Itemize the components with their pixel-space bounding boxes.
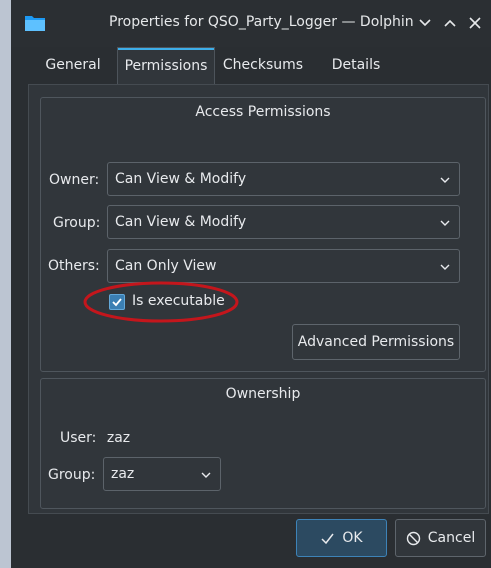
- close-icon[interactable]: [467, 15, 483, 31]
- chevron-down-icon: [439, 174, 451, 186]
- ownership-group: Ownership User: zaz Group: zaz: [40, 378, 486, 509]
- user-value: zaz: [106, 430, 131, 446]
- titlebar: Properties for QSO_Party_Logger — Dolphi…: [11, 0, 491, 47]
- permissions-panel: Access Permissions Owner: Can View & Mod…: [28, 84, 489, 514]
- group-permission-select[interactable]: Can View & Modify: [107, 205, 460, 239]
- chevron-down-icon: [439, 217, 451, 229]
- cancel-icon: [406, 531, 420, 545]
- user-label: User: zaz: [60, 430, 131, 446]
- tab-details[interactable]: Details: [319, 47, 393, 83]
- folder-icon: [24, 12, 46, 34]
- tab-general[interactable]: General: [35, 47, 111, 83]
- chevron-down-icon: [439, 261, 451, 273]
- ownership-title: Ownership: [225, 386, 301, 402]
- chevron-down-icon[interactable]: [417, 15, 433, 31]
- window-title: Properties for QSO_Party_Logger — Dolphi…: [109, 14, 414, 30]
- access-permissions-group: Access Permissions Owner: Can View & Mod…: [40, 97, 486, 372]
- cancel-button[interactable]: Cancel: [395, 519, 486, 557]
- owner-permission-select[interactable]: Can View & Modify: [107, 162, 460, 196]
- access-permissions-title: Access Permissions: [195, 104, 331, 120]
- ownership-group-label: Group:: [48, 467, 96, 483]
- advanced-permissions-button[interactable]: Advanced Permissions: [292, 324, 460, 360]
- properties-dialog: Properties for QSO_Party_Logger — Dolphi…: [11, 0, 491, 568]
- chevron-up-icon[interactable]: [442, 15, 458, 31]
- others-permission-select[interactable]: Can Only View: [107, 249, 460, 283]
- others-label: Others:: [48, 258, 100, 274]
- group-label: Group:: [53, 215, 101, 231]
- ok-button[interactable]: OK: [296, 519, 387, 557]
- checkmark-icon: [321, 533, 334, 544]
- chevron-down-icon: [200, 469, 212, 481]
- annotation-circle: [83, 281, 239, 323]
- owner-label: Owner:: [49, 172, 100, 188]
- ownership-group-select[interactable]: zaz: [103, 457, 221, 491]
- tab-permissions[interactable]: Permissions: [117, 47, 215, 84]
- tab-bar: General Permissions Checksums Details: [11, 47, 491, 84]
- tab-checksums[interactable]: Checksums: [217, 47, 309, 83]
